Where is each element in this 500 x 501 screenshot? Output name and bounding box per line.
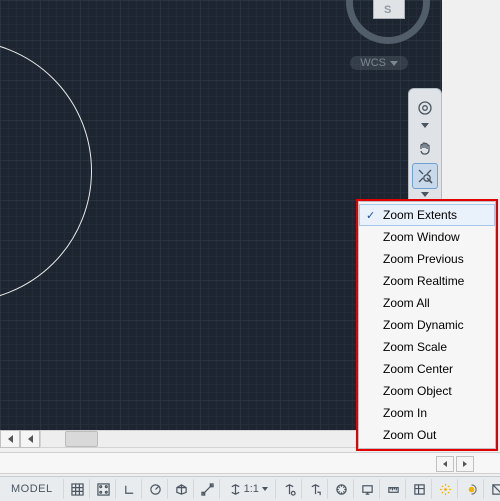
workspace-switching[interactable]	[330, 479, 354, 499]
menu-item-label: Zoom Realtime	[383, 274, 464, 288]
units-toggle[interactable]	[382, 479, 406, 499]
menu-item-label: Zoom Extents	[383, 208, 457, 222]
ortho-toggle[interactable]	[118, 479, 142, 499]
annotation-visibility-toggle[interactable]	[278, 479, 302, 499]
zoom-context-menu: ✓ Zoom Extents Zoom Window Zoom Previous…	[358, 201, 496, 449]
menu-item-zoom-in[interactable]: Zoom In	[359, 402, 495, 424]
hscroll-left-button[interactable]	[0, 430, 20, 448]
menu-item-label: Zoom Object	[383, 384, 452, 398]
menu-item-label: Zoom Center	[383, 362, 453, 376]
isodraft-toggle[interactable]	[170, 479, 194, 499]
polar-toggle[interactable]	[144, 479, 168, 499]
zoom-menu-highlight: ✓ Zoom Extents Zoom Window Zoom Previous…	[356, 199, 498, 451]
menu-item-label: Zoom Previous	[383, 252, 464, 266]
menu-item-zoom-realtime[interactable]: Zoom Realtime	[359, 270, 495, 292]
navigation-bar	[408, 88, 442, 207]
zoom-extents-button[interactable]	[412, 163, 438, 189]
menu-item-zoom-object[interactable]: Zoom Object	[359, 380, 495, 402]
isolate-objects[interactable]	[460, 479, 484, 499]
menu-item-zoom-out[interactable]: Zoom Out	[359, 424, 495, 446]
menu-item-zoom-dynamic[interactable]: Zoom Dynamic	[359, 314, 495, 336]
menu-item-zoom-scale[interactable]: Zoom Scale	[359, 336, 495, 358]
menu-item-zoom-previous[interactable]: Zoom Previous	[359, 248, 495, 270]
hscroll-thumb[interactable]	[65, 431, 98, 447]
status-bar: MODEL 1:1	[0, 476, 500, 501]
annotation-scale[interactable]: 1:1	[222, 479, 276, 499]
clean-screen[interactable]	[486, 479, 500, 499]
command-line-area[interactable]	[0, 452, 500, 474]
annotation-autoscale-toggle[interactable]	[304, 479, 328, 499]
wcs-dropdown[interactable]: WCS	[350, 56, 408, 70]
grid-toggle[interactable]	[66, 479, 90, 499]
layout-nav-arrows	[434, 456, 496, 470]
layout-next-button[interactable]	[456, 456, 474, 472]
steering-wheel-dropdown[interactable]	[409, 123, 441, 133]
menu-item-zoom-center[interactable]: Zoom Center	[359, 358, 495, 380]
menu-item-label: Zoom In	[383, 406, 427, 420]
checkmark-icon: ✓	[366, 209, 375, 222]
snap-toggle[interactable]	[92, 479, 116, 499]
hardware-acceleration[interactable]	[434, 479, 458, 499]
menu-item-label: Zoom Out	[383, 428, 436, 442]
steering-wheel-button[interactable]	[413, 96, 437, 120]
pan-button[interactable]	[413, 136, 437, 160]
annotation-monitor[interactable]	[356, 479, 380, 499]
osnap-toggle[interactable]	[196, 479, 220, 499]
hscroll-left-button-2[interactable]	[20, 430, 40, 448]
scale-label: 1:1	[244, 483, 259, 495]
model-space-button[interactable]: MODEL	[1, 479, 64, 499]
menu-item-zoom-all[interactable]: Zoom All	[359, 292, 495, 314]
menu-item-label: Zoom Scale	[383, 340, 447, 354]
menu-item-label: Zoom Window	[383, 230, 460, 244]
layout-prev-button[interactable]	[436, 456, 454, 472]
menu-item-label: Zoom Dynamic	[383, 318, 464, 332]
menu-item-label: Zoom All	[383, 296, 430, 310]
menu-item-zoom-window[interactable]: Zoom Window	[359, 226, 495, 248]
menu-item-zoom-extents[interactable]: ✓ Zoom Extents	[359, 204, 495, 226]
quick-properties[interactable]	[408, 479, 432, 499]
